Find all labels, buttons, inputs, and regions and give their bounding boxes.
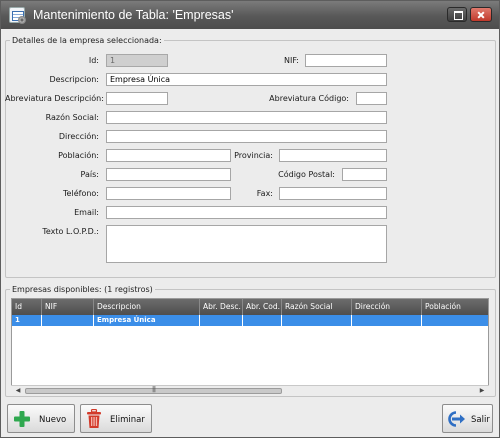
salir-label: Salir [471, 415, 490, 425]
close-icon[interactable] [470, 7, 492, 22]
col-header-poblacion[interactable]: Población [422, 299, 488, 315]
window-title: Mantenimiento de Tabla: 'Empresas' [33, 8, 234, 22]
details-legend: Detalles de la empresa seleccionada: [10, 36, 164, 45]
list-legend: Empresas disponibles: (1 registros) [10, 285, 155, 294]
cell-razon-social [282, 315, 352, 326]
scrollbar-thumb[interactable]: ||| [25, 386, 282, 394]
title-bar[interactable]: Mantenimiento de Tabla: 'Empresas' [1, 1, 499, 29]
cell-direccion [352, 315, 422, 326]
nif-field[interactable] [305, 54, 387, 67]
descripcion-label: Descripcion: [49, 75, 99, 84]
direccion-field[interactable] [106, 130, 387, 143]
table-header: Id NIF Descripcion Abr. Desc. Abr. Cod. … [12, 299, 488, 315]
app-table-icon [9, 7, 26, 24]
trash-icon [87, 409, 101, 428]
table-row[interactable]: 1 Empresa Única [12, 315, 488, 326]
nuevo-button[interactable]: Nuevo [7, 404, 75, 433]
poblacion-label: Población: [58, 151, 99, 160]
maximize-icon[interactable] [447, 7, 467, 22]
salir-button[interactable]: Salir [442, 404, 493, 433]
descripcion-field[interactable]: Empresa Única [106, 73, 387, 86]
abrev-codigo-field[interactable] [356, 92, 387, 105]
col-header-nif[interactable]: NIF [42, 299, 94, 315]
add-icon [14, 411, 30, 427]
fax-label: Fax: [256, 189, 273, 198]
direccion-label: Dirección: [58, 132, 99, 141]
provincia-label: Provincia: [234, 151, 273, 160]
horizontal-scrollbar[interactable]: ◀ ||| ▶ [11, 385, 489, 395]
abrev-descripcion-field[interactable] [106, 92, 168, 105]
cell-abr-desc [200, 315, 243, 326]
eliminar-label: Eliminar [110, 415, 145, 425]
main-window: Mantenimiento de Tabla: 'Empresas' Detal… [0, 0, 500, 438]
id-field: 1 [106, 54, 168, 67]
poblacion-field[interactable] [106, 149, 231, 162]
texto-lopd-label: Texto L.O.P.D.: [42, 227, 99, 236]
id-label: Id: [88, 56, 99, 65]
col-header-direccion[interactable]: Dirección [352, 299, 422, 315]
companies-table[interactable]: Id NIF Descripcion Abr. Desc. Abr. Cod. … [11, 298, 489, 395]
telefono-field[interactable] [106, 187, 231, 200]
codigo-postal-label: Código Postal: [278, 170, 335, 179]
col-header-abr-desc[interactable]: Abr. Desc. [200, 299, 243, 315]
telefono-label: Teléfono: [63, 189, 99, 198]
codigo-postal-field[interactable] [342, 168, 387, 181]
pais-label: País: [80, 170, 99, 179]
nuevo-label: Nuevo [39, 415, 67, 425]
cell-nif [42, 315, 94, 326]
texto-lopd-field[interactable] [106, 225, 387, 263]
fax-field[interactable] [279, 187, 387, 200]
scroll-right-icon[interactable]: ▶ [477, 387, 487, 395]
pais-field[interactable] [106, 168, 231, 181]
eliminar-button[interactable]: Eliminar [80, 404, 152, 433]
abrev-descripcion-label: Abreviatura Descripción: [5, 94, 104, 103]
email-field[interactable] [106, 206, 387, 219]
cell-descripcion: Empresa Única [94, 315, 200, 326]
razon-social-field[interactable] [106, 111, 387, 124]
email-label: Email: [74, 208, 99, 217]
nif-label: NIF: [283, 56, 299, 65]
col-header-id[interactable]: Id [12, 299, 42, 315]
razon-social-label: Razón Social: [45, 113, 99, 122]
cell-poblacion [422, 315, 488, 326]
col-header-descripcion[interactable]: Descripcion [94, 299, 200, 315]
col-header-abr-cod[interactable]: Abr. Cod. [243, 299, 282, 315]
abrev-codigo-label: Abreviatura Código: [269, 94, 349, 103]
cell-abr-cod [243, 315, 282, 326]
exit-icon [448, 411, 465, 427]
provincia-field[interactable] [279, 149, 387, 162]
col-header-razon-social[interactable]: Razón Social [282, 299, 352, 315]
scrollbar-grip: ||| [151, 386, 156, 393]
scroll-left-icon[interactable]: ◀ [13, 387, 23, 395]
cell-id: 1 [12, 315, 42, 326]
